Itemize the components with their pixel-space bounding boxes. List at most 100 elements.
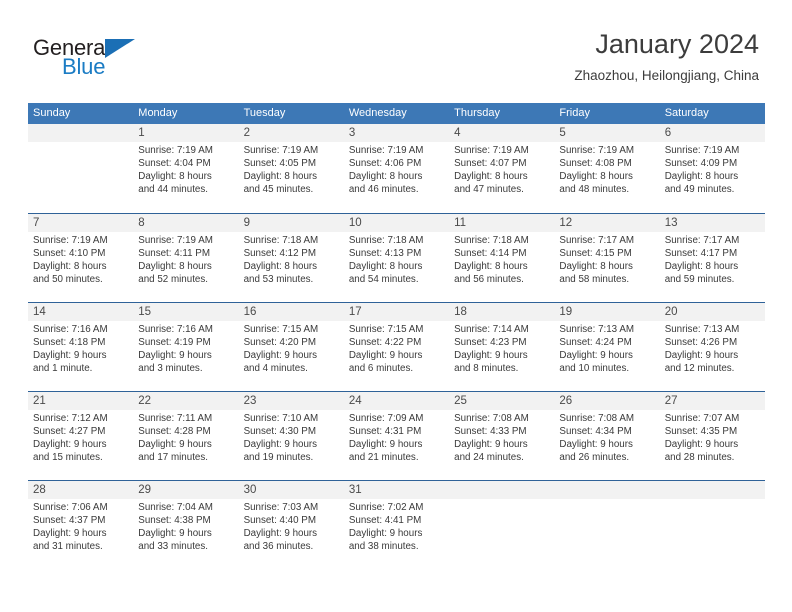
day-detail-daylight1: Daylight: 9 hours — [348, 438, 423, 450]
calendar-day-cell[interactable] — [449, 481, 555, 569]
calendar-day-cell[interactable]: 4 Sunrise: 7:19 AM Sunset: 4:07 PM Daylight… — [449, 124, 555, 213]
day-detail-sunrise: Sunrise: 7:17 AM — [664, 235, 740, 246]
calendar-day-cell[interactable]: 23 Sunrise: 7:10 AM Sunset: 4:30 PM Dayligh… — [238, 392, 344, 480]
calendar-day-cell[interactable]: 18 Sunrise: 7:14 AM Sunset: 4:23 PM Dayligh… — [449, 303, 555, 391]
day-details: Sunrise: 7:15 AM Sunset: 4:22 PM Daylight:… — [349, 321, 446, 376]
calendar-day-cell[interactable]: 22 Sunrise: 7:11 AM Sunset: 4:28 PM Dayligh… — [133, 392, 239, 480]
calendar-week-row: 7 Sunrise: 7:19 AM Sunset: 4:10 PM Daylight… — [28, 213, 765, 302]
day-detail-sunset: Sunset: 4:05 PM — [243, 157, 316, 169]
calendar-day-cell[interactable] — [554, 481, 660, 569]
calendar-day-cell[interactable] — [28, 124, 134, 213]
calendar-day-cell[interactable]: 10 Sunrise: 7:18 AM Sunset: 4:13 PM Dayligh… — [343, 214, 450, 302]
day-detail-daylight1: Daylight: 9 hours — [243, 438, 318, 450]
day-number: 28 — [33, 484, 46, 496]
location-subtitle: Zhaozhou, Heilongjiang, China — [574, 68, 759, 83]
calendar-day-cell[interactable]: 3 Sunrise: 7:19 AM Sunset: 4:06 PM Daylight… — [343, 124, 450, 213]
calendar-day-cell[interactable]: 26 Sunrise: 7:08 AM Sunset: 4:34 PM Dayligh… — [554, 392, 660, 480]
day-detail-daylight2: and 58 minutes. — [559, 273, 630, 285]
calendar-day-cell[interactable]: 6 Sunrise: 7:19 AM Sunset: 4:09 PM Daylight… — [659, 124, 765, 213]
day-number: 17 — [348, 306, 362, 318]
day-detail-sunrise: Sunrise: 7:10 AM — [243, 413, 319, 424]
calendar-day-cell[interactable]: 29 Sunrise: 7:04 AM Sunset: 4:38 PM Dayligh… — [133, 481, 239, 569]
calendar-day-cell[interactable]: 21 Sunrise: 7:12 AM Sunset: 4:27 PM Dayligh… — [28, 392, 134, 480]
calendar-grid: Sunday Monday Tuesday Wednesday Thursday… — [28, 103, 765, 569]
calendar-day-cell[interactable]: 16 Sunrise: 7:15 AM Sunset: 4:20 PM Dayligh… — [238, 303, 344, 391]
weekday-header-row: Sunday Monday Tuesday Wednesday Thursday… — [28, 103, 765, 124]
day-details: Sunrise: 7:12 AM Sunset: 4:27 PM Daylight:… — [33, 410, 130, 465]
day-details: Sunrise: 7:14 AM Sunset: 4:23 PM Daylight:… — [454, 321, 551, 376]
day-details: Sunrise: 7:11 AM Sunset: 4:28 PM Daylight:… — [138, 410, 235, 465]
day-detail-daylight1: Daylight: 8 hours — [664, 260, 739, 272]
day-detail-daylight1: Daylight: 9 hours — [243, 527, 318, 539]
day-detail-sunrise: Sunrise: 7:19 AM — [33, 235, 108, 246]
day-detail-daylight1: Daylight: 8 hours — [243, 260, 318, 272]
calendar-day-cell[interactable]: 24 Sunrise: 7:09 AM Sunset: 4:31 PM Dayligh… — [343, 392, 450, 480]
day-detail-sunrise: Sunrise: 7:19 AM — [664, 145, 740, 156]
day-detail-daylight1: Daylight: 8 hours — [33, 260, 107, 272]
calendar-day-cell[interactable]: 11 Sunrise: 7:18 AM Sunset: 4:14 PM Dayligh… — [449, 214, 555, 302]
day-detail-sunrise: Sunrise: 7:19 AM — [243, 145, 319, 156]
day-number: 14 — [33, 306, 46, 318]
calendar-day-cell[interactable]: 19 Sunrise: 7:13 AM Sunset: 4:24 PM Dayligh… — [554, 303, 660, 391]
day-number: 18 — [454, 306, 467, 318]
calendar-day-cell[interactable]: 13 Sunrise: 7:17 AM Sunset: 4:17 PM Dayligh… — [659, 214, 765, 302]
day-detail-sunrise: Sunrise: 7:07 AM — [664, 413, 740, 424]
day-detail-daylight2: and 44 minutes. — [138, 183, 208, 195]
day-detail-daylight2: and 4 minutes. — [243, 362, 308, 374]
calendar-day-cell[interactable]: 2 Sunrise: 7:19 AM Sunset: 4:05 PM Daylight… — [238, 124, 344, 213]
day-detail-sunset: Sunset: 4:41 PM — [348, 514, 422, 526]
calendar-day-cell[interactable]: 5 Sunrise: 7:19 AM Sunset: 4:08 PM Daylight… — [554, 124, 660, 213]
day-detail-sunrise: Sunrise: 7:19 AM — [138, 235, 213, 246]
day-detail-daylight1: Daylight: 8 hours — [243, 170, 318, 182]
calendar-day-cell[interactable]: 17 Sunrise: 7:15 AM Sunset: 4:22 PM Dayligh… — [343, 303, 450, 391]
day-detail-daylight1: Daylight: 9 hours — [559, 438, 633, 450]
calendar-day-cell[interactable]: 27 Sunrise: 7:07 AM Sunset: 4:35 PM Dayligh… — [659, 392, 765, 480]
calendar-day-cell[interactable]: 12 Sunrise: 7:17 AM Sunset: 4:15 PM Dayligh… — [554, 214, 660, 302]
page-title: January 2024 — [595, 29, 759, 59]
day-details: Sunrise: 7:16 AM Sunset: 4:18 PM Daylight:… — [33, 321, 130, 376]
calendar-day-cell[interactable] — [659, 481, 765, 569]
calendar-day-cell[interactable]: 31 Sunrise: 7:02 AM Sunset: 4:41 PM Dayligh… — [343, 481, 450, 569]
day-detail-daylight1: Daylight: 8 hours — [348, 170, 423, 182]
day-detail-sunset: Sunset: 4:04 PM — [138, 157, 211, 169]
day-number: 2 — [243, 127, 250, 139]
calendar-day-cell[interactable]: 8 Sunrise: 7:19 AM Sunset: 4:11 PM Daylight… — [133, 214, 239, 302]
day-number: 4 — [454, 127, 461, 139]
calendar-day-cell[interactable]: 15 Sunrise: 7:16 AM Sunset: 4:19 PM Dayligh… — [133, 303, 239, 391]
day-detail-sunset: Sunset: 4:30 PM — [243, 425, 316, 437]
day-details: Sunrise: 7:19 AM Sunset: 4:05 PM Daylight:… — [244, 142, 341, 197]
day-detail-daylight2: and 31 minutes. — [33, 540, 103, 552]
title-block: January 2024 Zhaozhou, Heilongjiang, Chi… — [574, 28, 759, 86]
day-detail-daylight2: and 49 minutes. — [664, 183, 735, 195]
day-number: 31 — [348, 484, 362, 496]
day-detail-daylight2: and 36 minutes. — [243, 540, 314, 552]
day-details: Sunrise: 7:17 AM Sunset: 4:15 PM Daylight:… — [559, 232, 656, 287]
calendar-day-cell[interactable]: 7 Sunrise: 7:19 AM Sunset: 4:10 PM Daylight… — [28, 214, 134, 302]
day-number: 1 — [138, 127, 145, 139]
day-detail-daylight1: Daylight: 8 hours — [138, 170, 212, 182]
weekday-header-friday: Friday — [559, 107, 590, 119]
day-detail-daylight2: and 8 minutes. — [454, 362, 519, 374]
day-detail-daylight1: Daylight: 9 hours — [454, 349, 528, 361]
day-number — [33, 124, 130, 142]
day-details: Sunrise: 7:13 AM Sunset: 4:26 PM Daylight:… — [665, 321, 762, 376]
calendar-day-cell[interactable]: 14 Sunrise: 7:16 AM Sunset: 4:18 PM Dayligh… — [28, 303, 134, 391]
general-blue-logo[interactable]: General Blue — [33, 35, 213, 85]
day-detail-sunset: Sunset: 4:22 PM — [348, 336, 422, 348]
calendar-day-cell[interactable]: 20 Sunrise: 7:13 AM Sunset: 4:26 PM Dayligh… — [659, 303, 765, 391]
day-details: Sunrise: 7:19 AM Sunset: 4:10 PM Daylight:… — [33, 232, 130, 287]
day-detail-daylight1: Daylight: 9 hours — [454, 438, 528, 450]
day-number: 3 — [348, 127, 356, 139]
day-number: 6 — [664, 127, 672, 139]
day-detail-sunset: Sunset: 4:11 PM — [138, 247, 210, 259]
day-detail-daylight1: Daylight: 8 hours — [559, 170, 633, 182]
weekday-header-tuesday: Tuesday — [243, 107, 286, 119]
day-details — [559, 499, 656, 502]
day-number — [559, 481, 656, 499]
calendar-day-cell[interactable]: 1 Sunrise: 7:19 AM Sunset: 4:04 PM Daylight… — [133, 124, 239, 213]
calendar-day-cell[interactable]: 30 Sunrise: 7:03 AM Sunset: 4:40 PM Dayligh… — [238, 481, 344, 569]
calendar-day-cell[interactable]: 28 Sunrise: 7:06 AM Sunset: 4:37 PM Dayligh… — [28, 481, 134, 569]
calendar-day-cell[interactable]: 9 Sunrise: 7:18 AM Sunset: 4:12 PM Daylight… — [238, 214, 344, 302]
day-detail-sunrise: Sunrise: 7:13 AM — [559, 324, 635, 335]
calendar-day-cell[interactable]: 25 Sunrise: 7:08 AM Sunset: 4:33 PM Dayligh… — [449, 392, 555, 480]
